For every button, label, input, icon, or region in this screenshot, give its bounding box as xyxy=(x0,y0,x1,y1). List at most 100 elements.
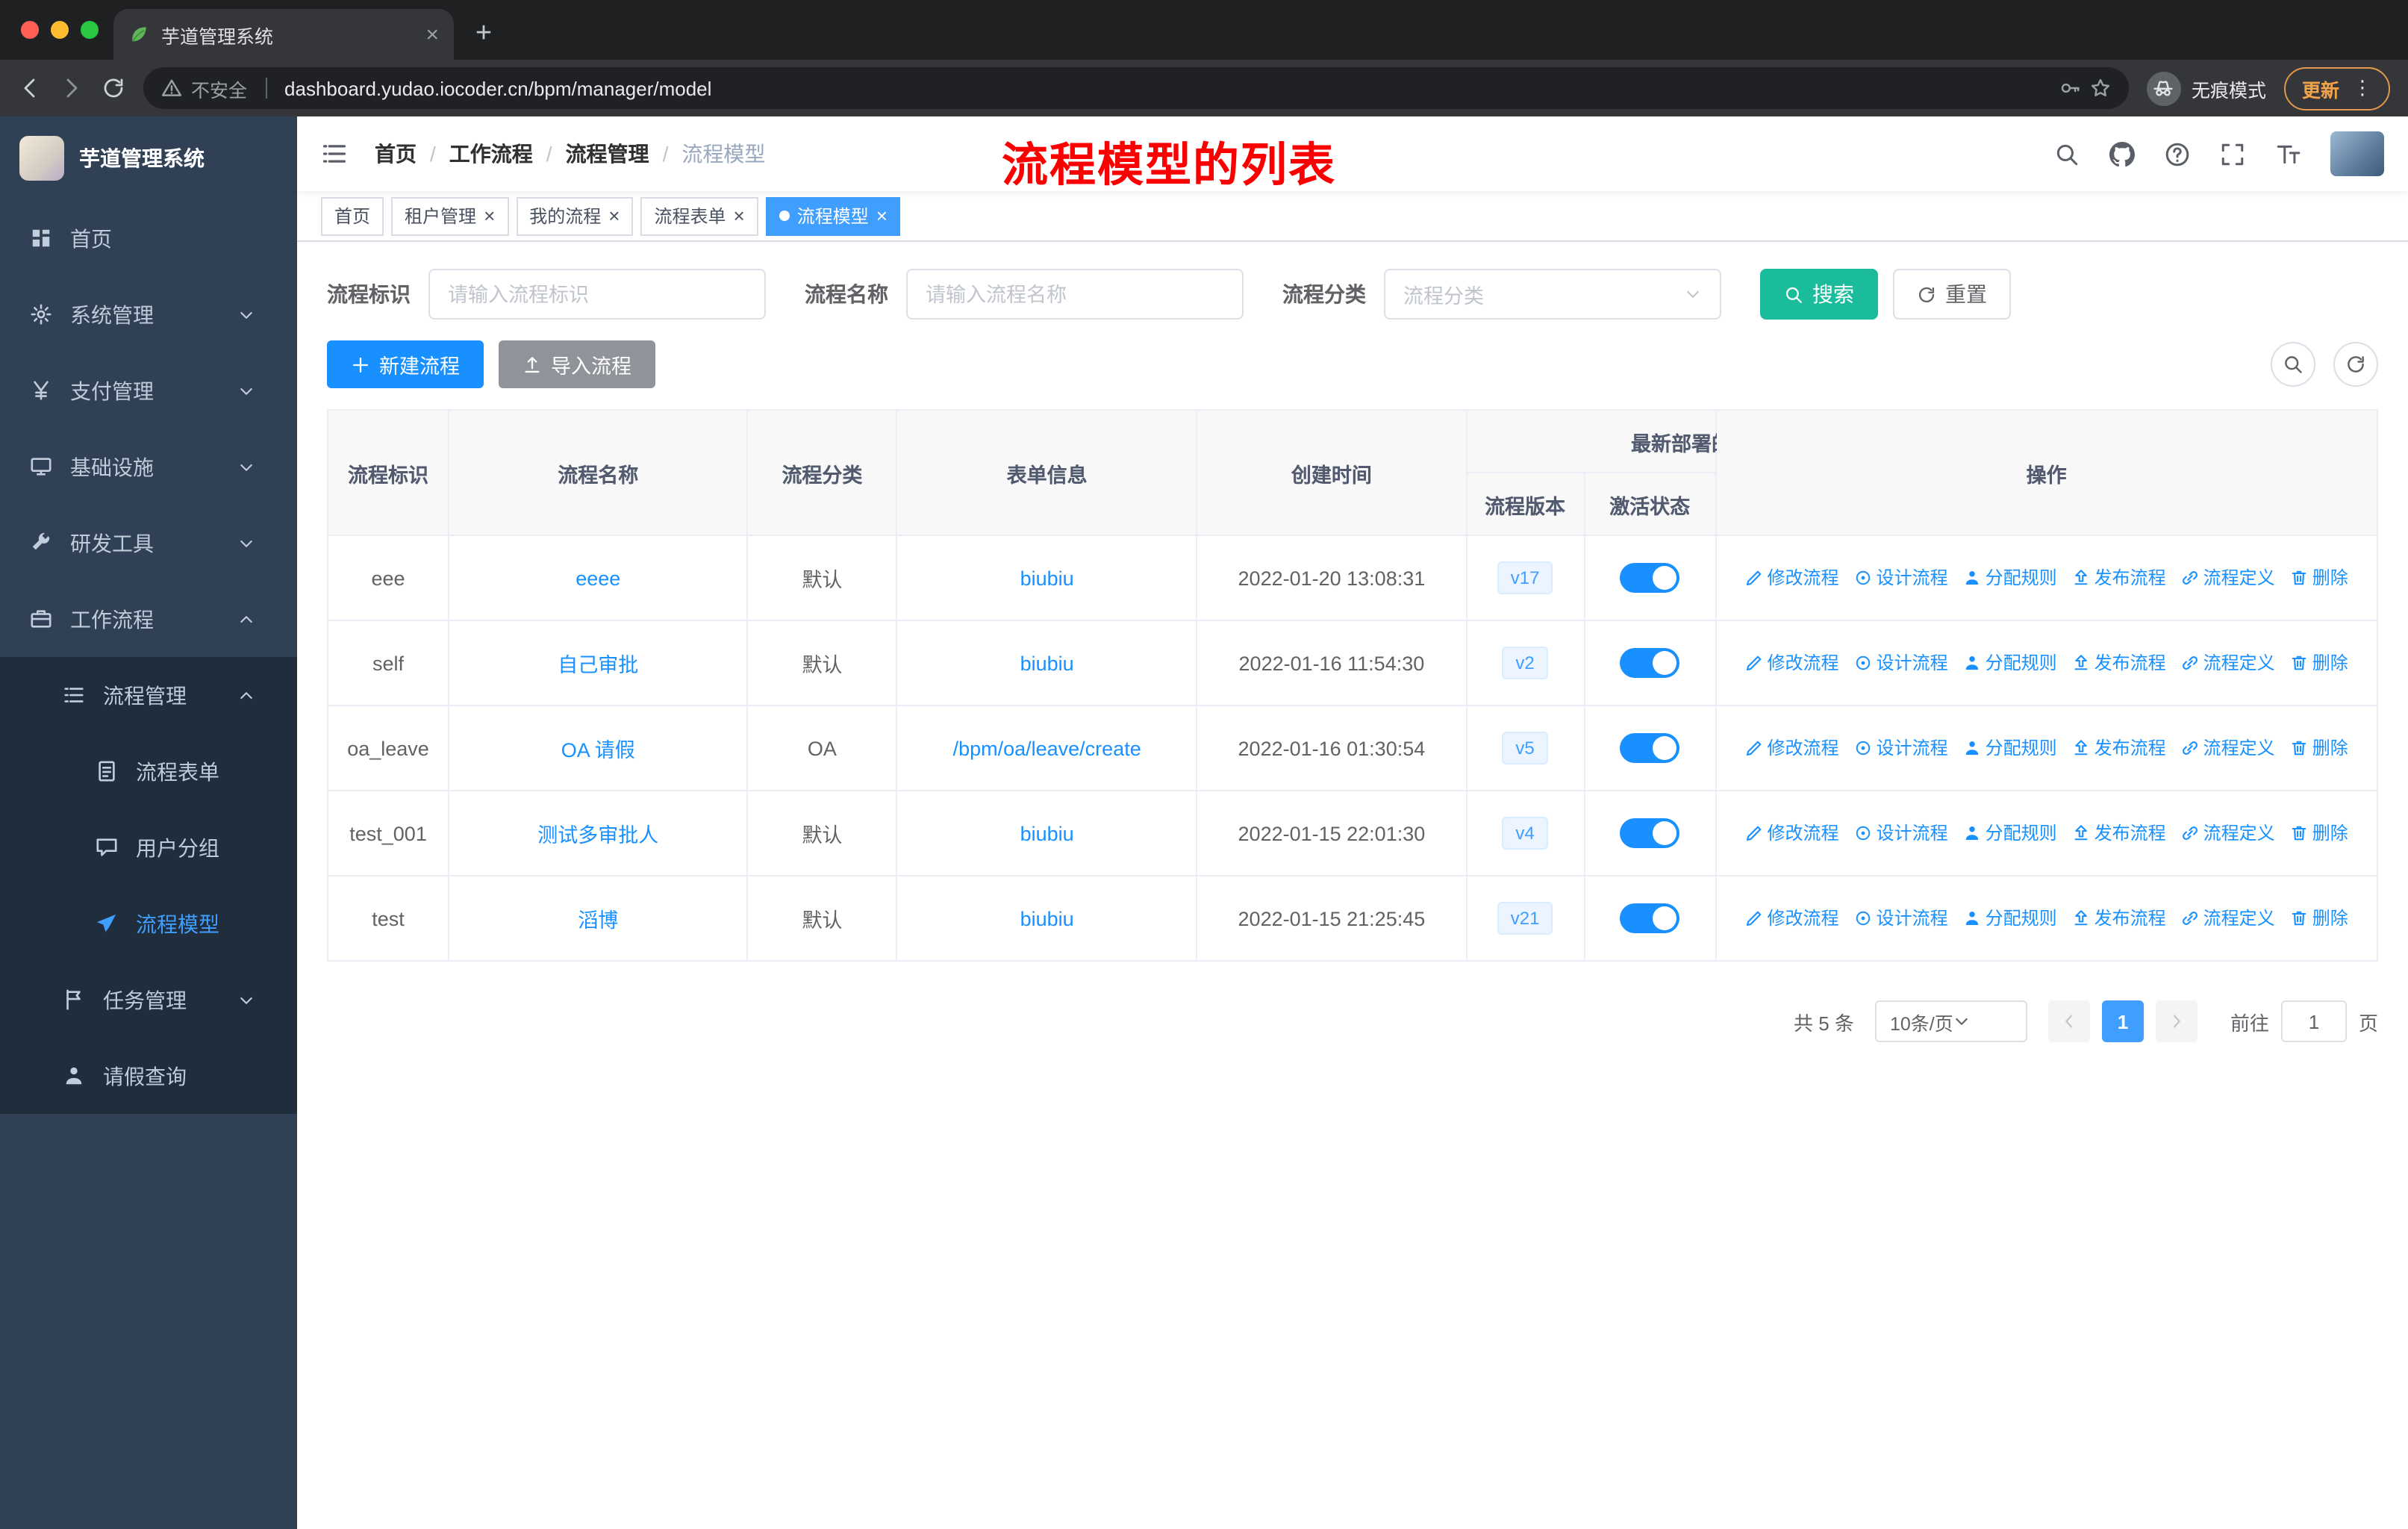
page-number-1[interactable]: 1 xyxy=(2101,1000,2144,1042)
action-design[interactable]: 设计流程 xyxy=(1854,906,1948,931)
form-info-link[interactable]: /bpm/oa/leave/create xyxy=(953,737,1141,759)
action-definition[interactable]: 流程定义 xyxy=(2181,906,2275,931)
next-page-button[interactable] xyxy=(2155,1000,2198,1042)
action-publish[interactable]: 发布流程 xyxy=(2072,820,2166,846)
sidebar-item-infrastructure[interactable]: 基础设施 xyxy=(0,429,297,505)
address-bar[interactable]: 不安全 dashboard.yudao.iocoder.cn/bpm/manag… xyxy=(143,67,2129,109)
close-window-button[interactable] xyxy=(21,21,39,39)
breadcrumb-item[interactable]: 首页 xyxy=(375,139,417,169)
action-delete[interactable]: 删除 xyxy=(2290,906,2348,931)
sidebar-item-payment[interactable]: 支付管理 xyxy=(0,352,297,429)
action-delete[interactable]: 删除 xyxy=(2290,820,2348,846)
action-assign[interactable]: 分配规则 xyxy=(1963,820,2057,846)
search-button[interactable]: 搜索 xyxy=(1760,269,1878,320)
active-status-toggle[interactable] xyxy=(1620,563,1680,593)
tag-流程表单[interactable]: 流程表单 × xyxy=(640,196,758,235)
back-icon[interactable] xyxy=(18,76,42,100)
tag-首页[interactable]: 首页 xyxy=(321,196,384,235)
close-icon[interactable]: × xyxy=(484,205,495,227)
browser-tab[interactable]: 芋道管理系统 × xyxy=(113,9,454,60)
tag-流程模型[interactable]: 流程模型 × xyxy=(765,196,901,235)
action-modify[interactable]: 修改流程 xyxy=(1745,906,1839,931)
help-icon[interactable] xyxy=(2165,141,2190,166)
breadcrumb-item[interactable]: 流程管理 xyxy=(566,139,649,169)
reset-button[interactable]: 重置 xyxy=(1893,269,2011,320)
sidebar-item-process-form[interactable]: 流程表单 xyxy=(0,733,297,809)
action-design[interactable]: 设计流程 xyxy=(1854,565,1948,591)
action-definition[interactable]: 流程定义 xyxy=(2181,735,2275,761)
action-assign[interactable]: 分配规则 xyxy=(1963,565,2057,591)
form-info-link[interactable]: biubiu xyxy=(1020,907,1074,929)
action-publish[interactable]: 发布流程 xyxy=(2072,650,2166,676)
toggle-search-button[interactable] xyxy=(2271,342,2315,387)
form-info-link[interactable]: biubiu xyxy=(1020,822,1074,844)
security-label[interactable]: 不安全 xyxy=(191,74,247,102)
sidebar-item-process-manage[interactable]: 流程管理 xyxy=(0,657,297,733)
tab-close-icon[interactable]: × xyxy=(425,22,439,47)
active-status-toggle[interactable] xyxy=(1620,818,1680,848)
sidebar-item-system[interactable]: 系统管理 xyxy=(0,276,297,352)
active-status-toggle[interactable] xyxy=(1620,733,1680,763)
action-publish[interactable]: 发布流程 xyxy=(2072,565,2166,591)
action-definition[interactable]: 流程定义 xyxy=(2181,565,2275,591)
action-design[interactable]: 设计流程 xyxy=(1854,650,1948,676)
action-delete[interactable]: 删除 xyxy=(2290,650,2348,676)
browser-update-button[interactable]: 更新 ⋮ xyxy=(2283,66,2390,110)
action-definition[interactable]: 流程定义 xyxy=(2181,650,2275,676)
sidebar-item-home[interactable]: 首页 xyxy=(0,200,297,276)
action-delete[interactable]: 删除 xyxy=(2290,565,2348,591)
browser-menu-icon[interactable]: ⋮ xyxy=(2353,76,2372,100)
tag-租户管理[interactable]: 租户管理 × xyxy=(391,196,509,235)
close-icon[interactable]: × xyxy=(734,205,745,227)
forward-icon[interactable] xyxy=(60,76,84,100)
close-icon[interactable]: × xyxy=(876,205,888,227)
close-icon[interactable]: × xyxy=(608,205,620,227)
bookmark-star-icon[interactable] xyxy=(2090,78,2111,99)
action-publish[interactable]: 发布流程 xyxy=(2072,735,2166,761)
search-icon[interactable] xyxy=(2054,141,2080,166)
action-assign[interactable]: 分配规则 xyxy=(1963,906,2057,931)
action-modify[interactable]: 修改流程 xyxy=(1745,650,1839,676)
sidebar-item-devtools[interactable]: 研发工具 xyxy=(0,505,297,581)
sidebar-item-workflow[interactable]: 工作流程 xyxy=(0,581,297,657)
github-icon[interactable] xyxy=(2109,141,2135,166)
action-publish[interactable]: 发布流程 xyxy=(2072,906,2166,931)
sidebar-item-leave-query[interactable]: 请假查询 xyxy=(0,1038,297,1114)
process-name-input[interactable] xyxy=(906,269,1244,320)
action-definition[interactable]: 流程定义 xyxy=(2181,820,2275,846)
reload-icon[interactable] xyxy=(102,76,125,100)
breadcrumb-item[interactable]: 工作流程 xyxy=(449,139,533,169)
process-name-link[interactable]: eeee xyxy=(576,567,620,589)
goto-page-input[interactable] xyxy=(2280,1000,2347,1042)
font-size-icon[interactable] xyxy=(2275,141,2301,166)
process-name-link[interactable]: OA 请假 xyxy=(561,739,635,762)
process-category-select[interactable]: 流程分类 xyxy=(1384,269,1721,320)
sidebar-item-user-group[interactable]: 用户分组 xyxy=(0,809,297,885)
url-text[interactable]: dashboard.yudao.iocoder.cn/bpm/manager/m… xyxy=(284,77,2051,99)
fullscreen-icon[interactable] xyxy=(2220,141,2245,166)
action-modify[interactable]: 修改流程 xyxy=(1745,820,1839,846)
hamburger-icon[interactable] xyxy=(321,140,348,167)
user-avatar[interactable] xyxy=(2330,131,2384,176)
import-process-button[interactable]: 导入流程 xyxy=(499,340,655,388)
new-tab-button[interactable]: + xyxy=(463,13,505,55)
action-modify[interactable]: 修改流程 xyxy=(1745,565,1839,591)
tag-我的流程[interactable]: 我的流程 × xyxy=(516,196,634,235)
action-design[interactable]: 设计流程 xyxy=(1854,735,1948,761)
process-name-link[interactable]: 测试多审批人 xyxy=(537,824,658,847)
prev-page-button[interactable] xyxy=(2047,1000,2090,1042)
process-key-input[interactable] xyxy=(428,269,766,320)
active-status-toggle[interactable] xyxy=(1620,648,1680,678)
form-info-link[interactable]: biubiu xyxy=(1020,567,1074,589)
action-design[interactable]: 设计流程 xyxy=(1854,820,1948,846)
process-name-link[interactable]: 滔博 xyxy=(578,909,618,932)
sidebar-item-process-model[interactable]: 流程模型 xyxy=(0,885,297,962)
page-size-select[interactable]: 10条/页 xyxy=(1874,1000,2027,1042)
refresh-table-button[interactable] xyxy=(2333,342,2378,387)
action-assign[interactable]: 分配规则 xyxy=(1963,650,2057,676)
active-status-toggle[interactable] xyxy=(1620,903,1680,933)
zoom-window-button[interactable] xyxy=(81,21,99,39)
minimize-window-button[interactable] xyxy=(51,21,69,39)
process-name-link[interactable]: 自己审批 xyxy=(558,654,638,676)
key-icon[interactable] xyxy=(2060,78,2081,99)
